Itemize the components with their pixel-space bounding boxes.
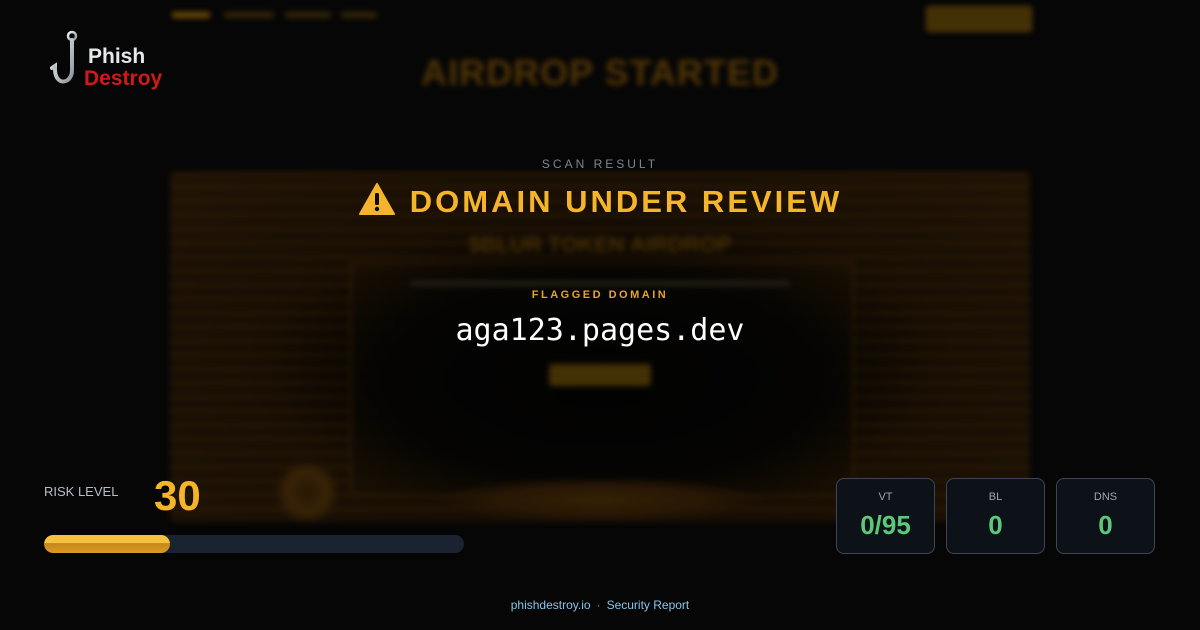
flagged-domain-label: FLAGGED DOMAIN <box>531 289 669 301</box>
stat-card-dns: DNS 0 <box>1056 478 1155 554</box>
share-card: AIRDROP STARTED $BLUR TOKEN AIRDROP Phis… <box>0 0 1200 630</box>
risk-level-bar <box>44 535 464 553</box>
stat-label-vt: VT <box>878 491 893 503</box>
stat-card-vt: VT 0/95 <box>836 478 935 554</box>
logo-word-destroy: Destroy <box>84 67 163 90</box>
footer-site-link[interactable]: phishdestroy.io <box>511 598 591 612</box>
phishdestroy-logo: Phish Destroy <box>50 30 180 92</box>
preview-headline: AIRDROP STARTED <box>421 52 779 93</box>
logo-word-phish: Phish <box>88 45 146 68</box>
footer-separator: · <box>596 598 601 612</box>
preview-connect-button <box>926 6 1032 32</box>
preview-text-line <box>410 281 790 286</box>
scan-result-label: SCAN RESULT <box>541 157 659 171</box>
preview-nav-item <box>285 12 331 18</box>
stat-label-dns: DNS <box>1093 491 1118 503</box>
stat-value-dns: 0 <box>1098 510 1113 540</box>
risk-level-fill <box>44 535 170 553</box>
preview-mascot <box>272 462 342 522</box>
verdict-text: DOMAIN UNDER REVIEW <box>409 184 843 219</box>
risk-level-label: RISK LEVEL <box>44 484 119 499</box>
stat-value-bl: 0 <box>988 510 1003 540</box>
preview-claim-button <box>549 364 651 386</box>
footer-report-label: Security Report <box>606 598 690 612</box>
preview-nav-item <box>341 12 377 18</box>
risk-level-value: 30 <box>154 472 201 519</box>
preview-footer-art <box>440 478 760 522</box>
stat-card-bl: BL 0 <box>946 478 1045 554</box>
flagged-domain: aga123.pages.dev <box>455 313 745 348</box>
stat-label-bl: BL <box>988 491 1003 503</box>
footer: phishdestroy.io · Security Report <box>0 598 1200 612</box>
preview-nav-item <box>172 12 210 18</box>
preview-nav-item <box>224 12 274 18</box>
preview-subheadline: $BLUR TOKEN AIRDROP <box>468 232 732 257</box>
verdict-heading: DOMAIN UNDER REVIEW <box>0 183 1200 220</box>
warning-triangle-icon <box>358 183 395 215</box>
stat-value-vt: 0/95 <box>860 510 911 540</box>
